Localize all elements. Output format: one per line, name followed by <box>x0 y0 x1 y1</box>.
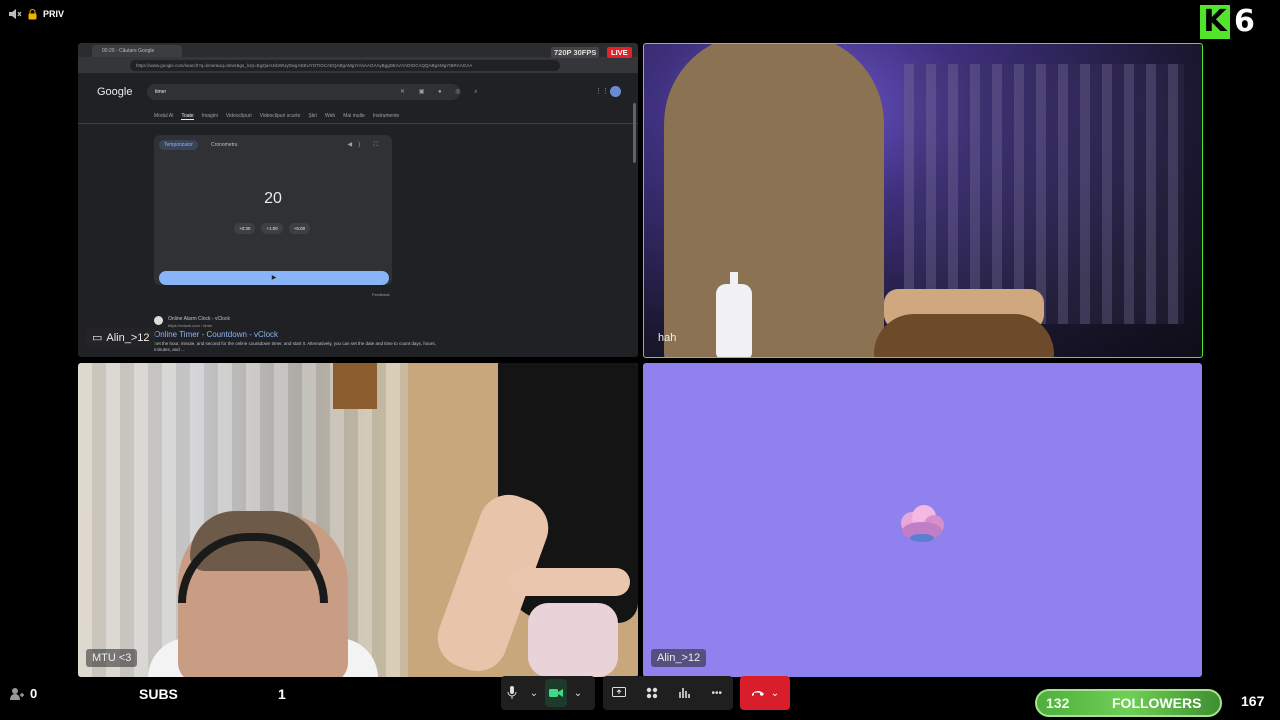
more-options-button[interactable]: ••• <box>706 679 728 707</box>
viewer-count: 0 <box>10 686 37 701</box>
quality-badge: 720P 30FPS <box>551 47 600 58</box>
add-time-button[interactable]: +1:00 <box>261 223 283 234</box>
cloud-avatar-icon <box>901 505 944 542</box>
result-title[interactable]: Online Timer - Countdown - vClock <box>154 330 454 339</box>
add-time-button[interactable]: +0:30 <box>234 223 256 234</box>
search-tools-icons[interactable]: ✕ ▣ ● ◎ ⌕ <box>400 88 484 96</box>
subs-count: 1 <box>278 686 286 702</box>
stopwatch-tab[interactable]: Cronometru <box>211 142 237 148</box>
status-area: PRIV <box>8 8 64 20</box>
channel-logo: K 6 <box>1200 4 1255 39</box>
chevron-down-icon: ⌄ <box>573 687 583 699</box>
privacy-label: PRIV <box>43 9 65 19</box>
lock-icon <box>28 8 37 19</box>
viewers-icon <box>10 687 24 700</box>
search-result: Online Alarm Clock - vClock https://vclo… <box>154 316 454 353</box>
participant-name: Alin_>12 <box>106 331 150 344</box>
screen-share-icon <box>612 687 627 697</box>
nav-item[interactable]: Știri <box>308 113 317 120</box>
camera-icon <box>549 689 563 697</box>
timer-add-buttons: +0:30 +1:00 +5:00 <box>234 223 311 234</box>
nav-item[interactable]: Videoclipuri scurte <box>260 113 301 120</box>
camera-options-button[interactable]: ⌄ <box>567 679 589 707</box>
result-url[interactable]: https://vclock.com › timer <box>154 323 454 328</box>
followers-goal: 167 <box>1241 693 1265 709</box>
participant-name: Alin_>12 <box>657 652 701 664</box>
media-controls: ⌄ ⌄ <box>501 676 595 710</box>
search-nav: Modul AI Toate Imagini Videoclipuri Vide… <box>154 113 399 120</box>
video-tile-hah[interactable]: hah <box>643 43 1203 358</box>
disconnect-button[interactable]: ⌄ <box>740 676 790 710</box>
timer-value[interactable]: 20 <box>154 190 392 208</box>
ellipsis-icon: ••• <box>711 687 722 699</box>
phone-hangup-icon <box>751 691 764 696</box>
result-site[interactable]: Online Alarm Clock - vClock <box>154 316 454 325</box>
person-hoodie <box>664 44 884 357</box>
microphone-options-button[interactable]: ⌄ <box>523 679 545 707</box>
participant-name-tag: Alin_>12 <box>651 649 707 667</box>
cloth <box>528 603 618 677</box>
soundboard-button[interactable] <box>673 679 695 707</box>
nav-item[interactable]: Videoclipuri <box>226 113 252 120</box>
call-controls: ⌄ ⌄ ••• ⌄ <box>501 676 791 710</box>
bottle <box>716 284 752 357</box>
person-hand <box>510 568 630 596</box>
chair <box>874 314 1054 357</box>
participant-name-tag: MTU <3 <box>86 649 138 667</box>
apps-grid-icon[interactable]: ⋮⋮ <box>595 87 609 95</box>
nav-item[interactable]: Modul AI <box>154 113 173 120</box>
nav-item[interactable]: Imagini <box>202 113 218 120</box>
avatar-tile-alin[interactable]: Alin_>12 <box>643 363 1202 677</box>
participant-name-tag: hah <box>652 329 682 347</box>
microphone-icon <box>507 686 517 699</box>
camera-button[interactable] <box>545 679 567 707</box>
scrollbar[interactable] <box>633 103 636 163</box>
nav-item[interactable]: Mai multe <box>343 113 365 120</box>
nav-item-active[interactable]: Toate <box>181 113 194 120</box>
google-logo[interactable]: Google <box>97 86 132 98</box>
screen-share-icon: ▭ <box>92 332 103 344</box>
browser-tab[interactable]: 00:20 - Căutare Google <box>92 45 182 57</box>
viewer-count-value: 0 <box>30 686 38 701</box>
followers-goal-bar: 132 FOLLOWERS <box>1035 689 1222 717</box>
soundboard-icon <box>679 688 691 698</box>
chevron-down-icon[interactable]: ⌄ <box>771 688 779 699</box>
add-time-button[interactable]: +5:00 <box>288 223 311 234</box>
timer-widget: Temporizator Cronometru ◀) ⛶ 20 +0:30 +1… <box>154 135 392 285</box>
wall-sign <box>333 363 377 409</box>
followers-current: 132 <box>1046 695 1070 711</box>
result-description: Set the hour, minute, and second for the… <box>154 341 436 352</box>
screen-share-button[interactable] <box>608 679 630 707</box>
timer-tab[interactable]: Temporizator <box>159 140 198 150</box>
nav-item[interactable]: Web <box>325 113 335 120</box>
speaker-muted-icon <box>9 9 22 19</box>
timer-controls-icons[interactable]: ◀) ⛶ <box>348 141 384 149</box>
chevron-down-icon: ⌄ <box>529 687 539 699</box>
timer-start-button[interactable]: ▶ <box>159 271 389 285</box>
divider <box>78 123 638 124</box>
screen-share-tile[interactable]: 00:20 - Căutare Google https://www.googl… <box>78 43 638 357</box>
video-tile-mtu[interactable]: MTU <3 <box>78 363 638 677</box>
feedback-link[interactable]: Feedback <box>372 292 390 297</box>
activities-button[interactable] <box>641 679 663 707</box>
live-badge: LIVE <box>607 47 632 58</box>
browser-url[interactable]: https://www.google.com/search?q=timer&oq… <box>130 60 560 71</box>
kick-logo-icon: K <box>1200 4 1230 39</box>
logo-number: 6 <box>1234 4 1255 39</box>
nav-item[interactable]: Instrumente <box>373 113 399 120</box>
extra-controls: ••• <box>603 676 733 710</box>
activities-icon <box>646 687 657 699</box>
participant-name: hah <box>658 332 677 344</box>
subs-label: SUBS <box>139 686 178 702</box>
participant-name-tag: ▭ Alin_>12 <box>86 328 156 347</box>
followers-label: FOLLOWERS <box>1112 695 1202 711</box>
avatar[interactable] <box>610 86 621 97</box>
microphone-button[interactable] <box>501 679 523 707</box>
participant-name: MTU <3 <box>92 652 132 664</box>
play-icon: ▶ <box>271 275 277 281</box>
window-curtain <box>904 64 1184 324</box>
